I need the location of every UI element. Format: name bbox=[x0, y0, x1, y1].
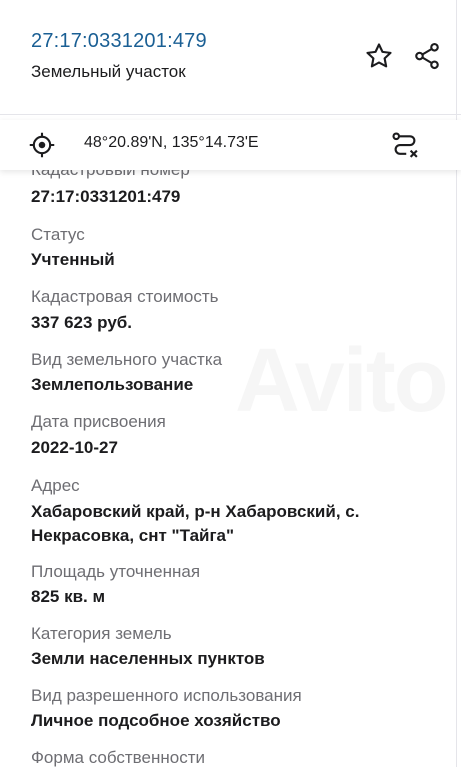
field-value-land-category: Земли населенных пунктов bbox=[31, 649, 265, 668]
star-outline-icon bbox=[366, 43, 392, 68]
header-divider bbox=[0, 114, 461, 115]
right-edge-divider bbox=[456, 0, 457, 767]
field-label-permitted-use: Вид разрешенного использования bbox=[31, 686, 302, 705]
field-value-permitted-use: Личное подсобное хозяйство bbox=[31, 711, 281, 730]
object-type-subtitle: Земельный участок bbox=[31, 62, 186, 81]
favorite-button[interactable] bbox=[361, 38, 397, 74]
share-icon bbox=[415, 42, 439, 70]
field-label-land-type: Вид земельного участка bbox=[31, 350, 223, 369]
field-label-assignment-date: Дата присвоения bbox=[31, 412, 166, 431]
coordinates-text[interactable]: 48°20.89'N, 135°14.73'E bbox=[84, 134, 259, 152]
locate-button[interactable] bbox=[24, 127, 60, 163]
share-button[interactable] bbox=[409, 38, 445, 74]
field-value-land-type: Землепользование bbox=[31, 375, 194, 394]
crosshair-icon bbox=[29, 132, 55, 158]
route-icon bbox=[392, 132, 418, 158]
field-label-status: Статус bbox=[31, 225, 85, 244]
field-value-cadastral-value: 337 623 руб. bbox=[31, 313, 133, 332]
header: 27:17:0331201:479 Земельный участок bbox=[0, 0, 461, 115]
field-label-cadastral-value: Кадастровая стоимость bbox=[31, 287, 219, 306]
field-label-address: Адрес bbox=[31, 476, 80, 495]
coordinates-bar: 48°20.89'N, 135°14.73'E bbox=[0, 120, 461, 170]
route-button[interactable] bbox=[387, 127, 423, 163]
field-label-ownership-form: Форма собственности bbox=[31, 748, 205, 767]
field-label-area: Площадь уточненная bbox=[31, 562, 201, 581]
field-value-cadastral-number: 27:17:0331201:479 bbox=[31, 187, 181, 206]
field-value-address: Хабаровский край, р-н Хабаровский, с. Не… bbox=[31, 502, 360, 545]
cadastral-number-link[interactable]: 27:17:0331201:479 bbox=[31, 30, 207, 53]
field-value-area: 825 кв. м bbox=[31, 587, 106, 606]
field-value-status: Учтенный bbox=[31, 250, 115, 269]
details-panel: Avito Кадастровый номер 27:17:0331201:47… bbox=[0, 0, 461, 767]
field-label-land-category: Категория земель bbox=[31, 624, 172, 643]
field-value-assignment-date: 2022-10-27 bbox=[31, 438, 118, 457]
